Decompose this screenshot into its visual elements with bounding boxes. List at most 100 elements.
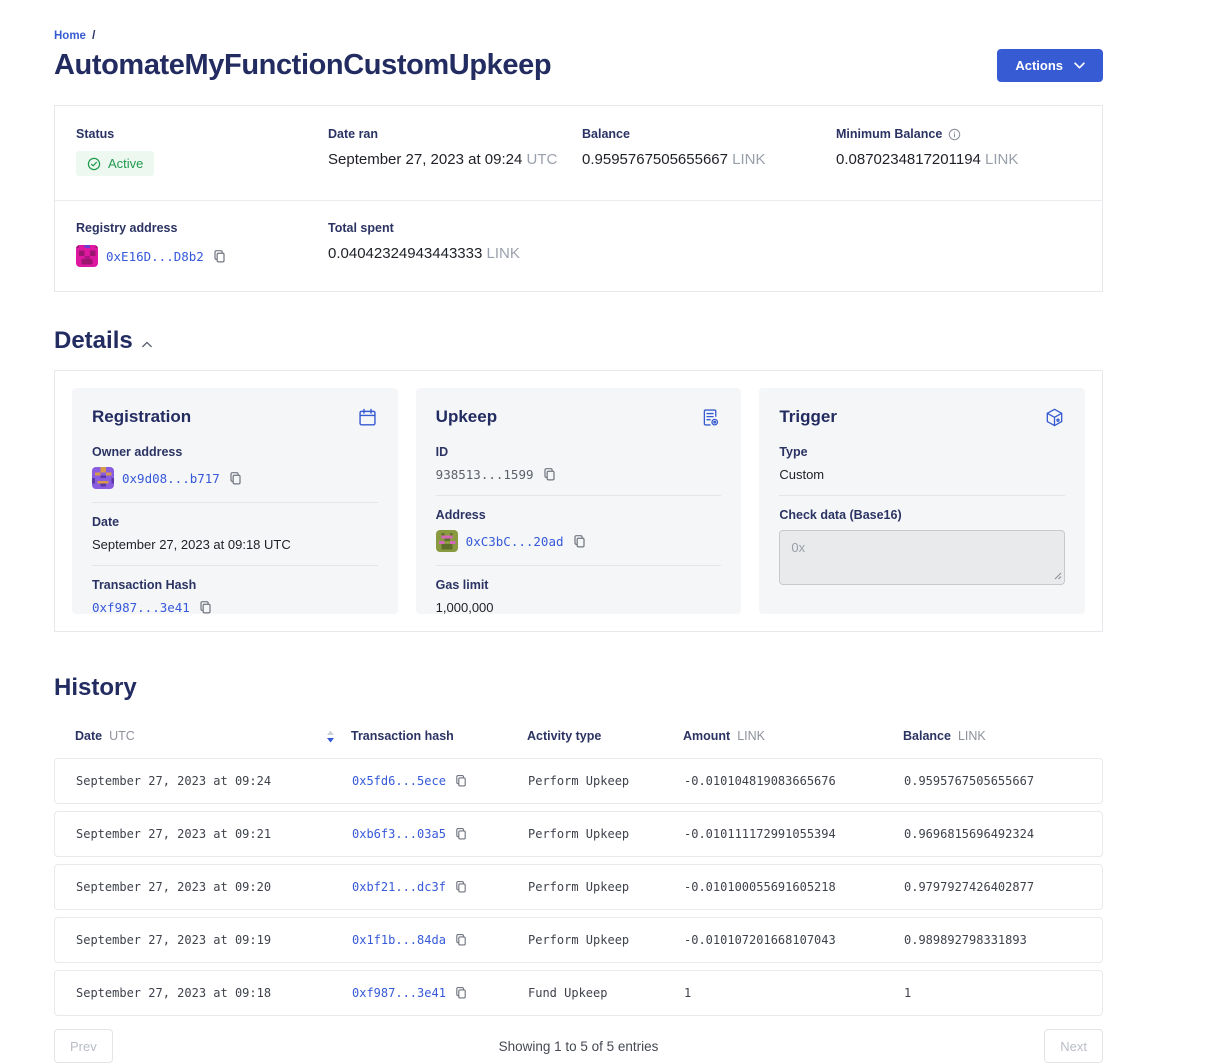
row-activity: Fund Upkeep <box>528 986 684 1000</box>
breadcrumb-home-link[interactable]: Home <box>54 30 86 42</box>
date-ran-field: Date ran September 27, 2023 at 09:24 UTC <box>328 127 582 176</box>
row-activity: Perform Upkeep <box>528 880 684 894</box>
table-row: September 27, 2023 at 09:18 0xf987...3e4… <box>54 970 1103 1016</box>
registration-date-value: September 27, 2023 at 09:18 UTC <box>92 537 378 552</box>
column-tx-label: Transaction hash <box>351 729 454 743</box>
trigger-card: Trigger Type Custom Check data (Base16) <box>759 388 1085 614</box>
tx-hash-link[interactable]: 0xf987...3e41 <box>352 986 446 1000</box>
copy-icon[interactable] <box>198 600 213 615</box>
row-balance: 0.9595767505655667 <box>904 774 1102 788</box>
copy-icon[interactable] <box>212 249 227 264</box>
status-field: Status Active <box>76 127 328 176</box>
balance-field: Balance 0.9595767505655667 LINK <box>582 127 836 176</box>
check-data-label: Check data (Base16) <box>779 508 1065 522</box>
min-balance-label: Minimum Balance <box>836 127 942 141</box>
summary-divider <box>55 200 1102 201</box>
status-label: Status <box>76 127 328 141</box>
tx-hash-link[interactable]: 0xb6f3...03a5 <box>352 827 446 841</box>
total-spent-field: Total spent 0.04042324943443333 LINK <box>328 221 582 267</box>
column-header-activity: Activity type <box>527 729 683 743</box>
pagination: Prev Showing 1 to 5 of 5 entries Next <box>54 1029 1103 1064</box>
tx-hash-link[interactable]: 0x5fd6...5ece <box>352 774 446 788</box>
registry-field: Registry address 0xE16D...D8b2 <box>76 221 328 267</box>
divider <box>92 565 378 566</box>
column-header-amount: AmountLINK <box>683 729 903 743</box>
gas-limit-value: 1,000,000 <box>436 600 722 615</box>
registration-card: Registration Owner address 0x9d08...b717… <box>72 388 398 614</box>
history-table: Date UTC Transaction hash Activity type … <box>54 729 1103 1016</box>
copy-icon[interactable] <box>572 534 587 549</box>
breadcrumb: Home / <box>54 30 1103 42</box>
transaction-hash-label: Transaction Hash <box>92 578 378 592</box>
row-amount: -0.010100055691605218 <box>684 880 904 894</box>
row-date: September 27, 2023 at 09:21 <box>76 827 352 841</box>
trigger-type-value: Custom <box>779 467 1065 482</box>
sort-icon[interactable] <box>326 730 335 743</box>
registry-label: Registry address <box>76 221 328 235</box>
upkeep-card: Upkeep ID 938513...1599 Address 0xC3bC..… <box>416 388 742 614</box>
date-ran-timezone: UTC <box>526 151 557 168</box>
copy-icon[interactable] <box>454 880 468 894</box>
check-data-input[interactable] <box>779 530 1065 585</box>
collapse-caret-icon[interactable] <box>142 341 152 348</box>
pagination-status: Showing 1 to 5 of 5 entries <box>499 1039 659 1054</box>
copy-icon[interactable] <box>454 986 468 1000</box>
row-date: September 27, 2023 at 09:18 <box>76 986 352 1000</box>
tx-hash-link[interactable]: 0xbf21...dc3f <box>352 880 446 894</box>
owner-identicon <box>92 467 114 489</box>
balance-label: Balance <box>582 127 836 141</box>
owner-address-link[interactable]: 0x9d08...b717 <box>122 471 220 486</box>
upkeep-title: Upkeep <box>436 407 497 427</box>
owner-address-label: Owner address <box>92 445 378 459</box>
column-balance-suffix: LINK <box>958 729 986 743</box>
next-button[interactable]: Next <box>1044 1029 1103 1063</box>
date-ran-label: Date ran <box>328 127 582 141</box>
summary-card: Status Active Date ran September 27, 202… <box>54 105 1103 292</box>
divider <box>436 565 722 566</box>
prev-button[interactable]: Prev <box>54 1029 113 1063</box>
copy-icon[interactable] <box>454 933 468 947</box>
actions-button[interactable]: Actions <box>997 49 1103 82</box>
tx-hash-link[interactable]: 0x1f1b...84da <box>352 933 446 947</box>
upkeep-identicon <box>436 530 458 552</box>
registry-address-link[interactable]: 0xE16D...D8b2 <box>106 249 204 264</box>
copy-icon[interactable] <box>454 774 468 788</box>
registration-tx-link[interactable]: 0xf987...3e41 <box>92 600 190 615</box>
total-spent-unit: LINK <box>487 245 520 262</box>
history-heading: History <box>54 674 1103 702</box>
balance-unit: LINK <box>732 151 765 168</box>
upkeep-address-link[interactable]: 0xC3bC...20ad <box>466 534 564 549</box>
row-date: September 27, 2023 at 09:24 <box>76 774 352 788</box>
row-tx: 0x1f1b...84da <box>352 933 528 947</box>
details-panel: Registration Owner address 0x9d08...b717… <box>54 370 1103 632</box>
trigger-type-label: Type <box>779 445 1065 459</box>
table-row: September 27, 2023 at 09:19 0x1f1b...84d… <box>54 917 1103 963</box>
total-spent-value: 0.04042324943443333 <box>328 245 482 262</box>
row-balance: 1 <box>904 986 1102 1000</box>
calendar-icon <box>357 407 378 428</box>
row-amount: -0.010107201668107043 <box>684 933 904 947</box>
row-balance: 0.989892798331893 <box>904 933 1102 947</box>
column-header-tx: Transaction hash <box>351 729 527 743</box>
registry-identicon <box>76 245 98 267</box>
row-tx: 0xf987...3e41 <box>352 986 528 1000</box>
min-balance-field: Minimum Balance 0.0870234817201194 LINK <box>836 127 1081 176</box>
row-tx: 0xb6f3...03a5 <box>352 827 528 841</box>
cube-icon <box>1044 407 1065 428</box>
column-header-date[interactable]: Date UTC <box>75 729 351 743</box>
row-amount: -0.010104819083665676 <box>684 774 904 788</box>
copy-icon[interactable] <box>542 467 557 482</box>
table-row: September 27, 2023 at 09:24 0x5fd6...5ec… <box>54 758 1103 804</box>
column-date-label: Date <box>75 729 102 743</box>
divider <box>436 495 722 496</box>
info-icon[interactable] <box>948 128 961 141</box>
row-tx: 0x5fd6...5ece <box>352 774 528 788</box>
copy-icon[interactable] <box>454 827 468 841</box>
row-balance: 0.9797927426402877 <box>904 880 1102 894</box>
copy-icon[interactable] <box>228 471 243 486</box>
trigger-title: Trigger <box>779 407 837 427</box>
date-ran-value: September 27, 2023 at 09:24 <box>328 151 522 168</box>
page-header: AutomateMyFunctionCustomUpkeep Actions <box>54 49 1103 82</box>
gas-limit-label: Gas limit <box>436 578 722 592</box>
row-activity: Perform Upkeep <box>528 774 684 788</box>
